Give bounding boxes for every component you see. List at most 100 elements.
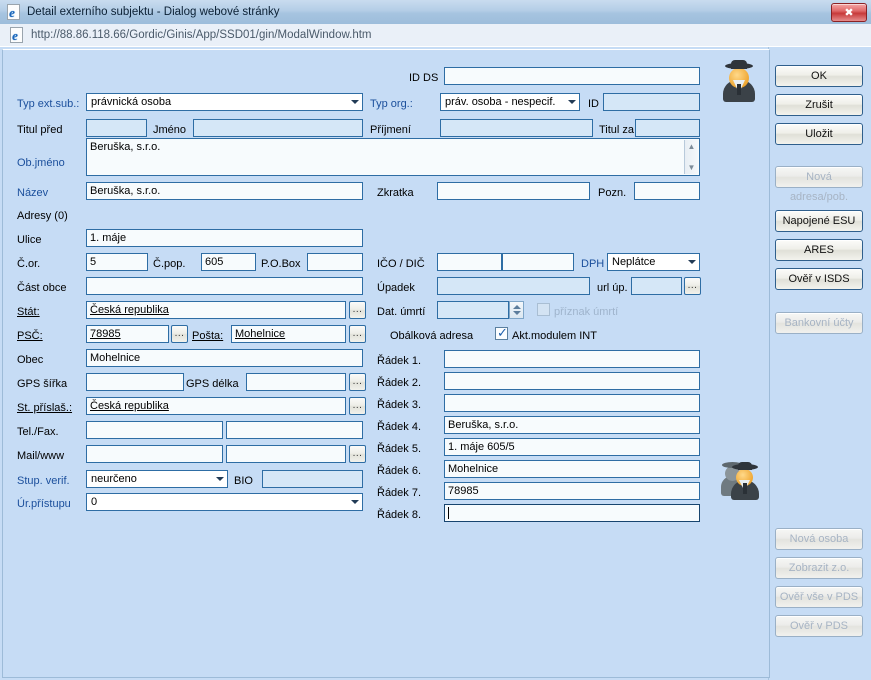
new-address-button[interactable]: Nová adresa/pob. (775, 166, 863, 203)
c-or-input[interactable]: 5 (86, 253, 148, 271)
scroll-up-icon[interactable]: ▲ (686, 141, 697, 152)
label-id-ds: ID DS (409, 72, 439, 84)
label-bio: BIO (234, 475, 253, 487)
gps-delka-input[interactable] (246, 373, 346, 391)
close-icon[interactable]: ✖ (831, 3, 867, 22)
verify-pds-button[interactable]: Ověř v PDS (775, 615, 863, 637)
titul-pred-input[interactable] (86, 119, 147, 137)
prijmeni-input[interactable] (440, 119, 593, 137)
person-avatar-icon (717, 60, 763, 106)
id-ds-input[interactable] (444, 67, 700, 85)
chevron-down-icon (568, 100, 576, 104)
radek-5-input[interactable]: 1. máje 605/5 (444, 438, 700, 456)
radek-6-input[interactable]: Mohelnice (444, 460, 700, 478)
new-person-button[interactable]: Nová osoba (775, 528, 863, 550)
ulice-input[interactable]: 1. máje (86, 229, 363, 247)
ob-jmeno-textarea[interactable]: Beruška, s.r.o. ▲ ▼ (86, 138, 700, 176)
label-typ-ext-sub: Typ ext.sub.: (17, 98, 80, 110)
label-radek-1: Řádek 1. (377, 355, 422, 367)
po-box-input[interactable] (307, 253, 363, 271)
gps-browse-button[interactable]: ... (349, 373, 366, 391)
id-input[interactable] (603, 93, 700, 111)
label-st-prislus-link[interactable]: St. příslaš.: (17, 402, 72, 414)
typ-ext-sub-value: právnická osoba (91, 96, 172, 108)
dialog-window: e Detail externího subjektu - Dialog web… (0, 0, 871, 680)
linked-esu-button[interactable]: Napojené ESU (775, 210, 863, 232)
psc-browse-button[interactable]: ... (171, 325, 188, 343)
titul-za-input[interactable] (635, 119, 700, 137)
typ-ext-sub-select[interactable]: právnická osoba (86, 93, 363, 111)
label-radek-5: Řádek 5. (377, 443, 422, 455)
zkratka-input[interactable] (437, 182, 590, 200)
label-obalkova-adresa: Obálková adresa (390, 330, 474, 342)
label-id: ID (588, 98, 599, 110)
gps-sirka-input[interactable] (86, 373, 184, 391)
dph-select[interactable]: Neplátce (607, 253, 700, 271)
st-prislus-browse-button[interactable]: ... (349, 397, 366, 415)
scroll-down-icon[interactable]: ▼ (686, 162, 697, 173)
cast-obce-input[interactable] (86, 277, 363, 295)
label-zkratka: Zkratka (377, 187, 414, 199)
www-browse-button[interactable]: ... (349, 445, 366, 463)
typ-org-value: práv. osoba - nespecif. (445, 96, 556, 108)
jmeno-input[interactable] (193, 119, 363, 137)
dat-umrti-input[interactable] (437, 301, 509, 319)
label-posta-link[interactable]: Pošta: (192, 330, 223, 342)
label-nazev: Název (17, 187, 49, 199)
radek-1-input[interactable] (444, 350, 700, 368)
cancel-button[interactable]: Zrušit (775, 94, 863, 116)
ok-button[interactable]: OK (775, 65, 863, 87)
stat-browse-button[interactable]: ... (349, 301, 366, 319)
tel-input[interactable] (86, 421, 223, 439)
typ-org-select[interactable]: práv. osoba - nespecif. (440, 93, 580, 111)
textarea-scrollbar[interactable]: ▲ ▼ (684, 140, 698, 174)
posta-input[interactable]: Mohelnice (231, 325, 346, 343)
radek-7-input[interactable]: 78985 (444, 482, 700, 500)
label-priznak-umrti: příznak úmrtí (554, 306, 619, 318)
verify-isds-button[interactable]: Ověř v ISDS (775, 268, 863, 290)
priznak-umrti-checkbox[interactable] (537, 303, 550, 316)
c-pop-input[interactable]: 605 (201, 253, 256, 271)
stat-input[interactable]: Česká republika (86, 301, 346, 319)
ico-input[interactable] (437, 253, 502, 271)
obec-input[interactable]: Mohelnice (86, 349, 363, 367)
save-button[interactable]: Uložit (775, 123, 863, 145)
internet-explorer-icon: e (5, 4, 21, 20)
dic-input[interactable] (502, 253, 574, 271)
dialog-client-area: ID DS Typ ext.sub.: právnická osoba Typ … (0, 46, 871, 680)
pozn-input[interactable] (634, 182, 700, 200)
bio-input[interactable] (262, 470, 363, 488)
st-prislus-input[interactable]: Česká republika (86, 397, 346, 415)
radek-2-input[interactable] (444, 372, 700, 390)
label-mail-www: Mail/www (17, 450, 65, 462)
www-input[interactable] (226, 445, 346, 463)
persons-group-avatar-icon (721, 460, 767, 504)
nazev-input[interactable]: Beruška, s.r.o. (86, 182, 363, 200)
mail-input[interactable] (86, 445, 223, 463)
ares-button[interactable]: ARES (775, 239, 863, 261)
radek-8-input[interactable] (444, 504, 700, 522)
label-prijmeni: Příjmení (370, 124, 411, 136)
verify-all-pds-button[interactable]: Ověř vše v PDS (775, 586, 863, 608)
label-stat-link[interactable]: Stát: (17, 306, 40, 318)
dph-value: Neplátce (612, 256, 656, 268)
address-bar[interactable]: e http://88.86.118.66/Gordic/Ginis/App/S… (0, 24, 871, 47)
posta-browse-button[interactable]: ... (349, 325, 366, 343)
label-jmeno: Jméno (153, 124, 187, 136)
radek-3-input[interactable] (444, 394, 700, 412)
label-psc-link[interactable]: PSČ: (17, 330, 43, 342)
fax-input[interactable] (226, 421, 363, 439)
label-adresy: Adresy (0) (17, 210, 68, 222)
url-up-browse-button[interactable]: ... (684, 277, 701, 295)
bank-accounts-button[interactable]: Bankovní účty (775, 312, 863, 334)
radek-4-input[interactable]: Beruška, s.r.o. (444, 416, 700, 434)
akt-modulem-int-checkbox[interactable]: ✓ (495, 326, 508, 340)
ur-pristupu-select[interactable]: 0 (86, 493, 363, 511)
stup-verif-select[interactable]: neurčeno (86, 470, 228, 488)
upadek-input[interactable] (437, 277, 590, 295)
psc-input[interactable]: 78985 (86, 325, 169, 343)
url-up-input[interactable] (631, 277, 682, 295)
label-stup-verif: Stup. verif. (17, 475, 70, 487)
show-zo-button[interactable]: Zobrazit z.o. (775, 557, 863, 579)
dat-umrti-spinner[interactable] (509, 301, 524, 319)
